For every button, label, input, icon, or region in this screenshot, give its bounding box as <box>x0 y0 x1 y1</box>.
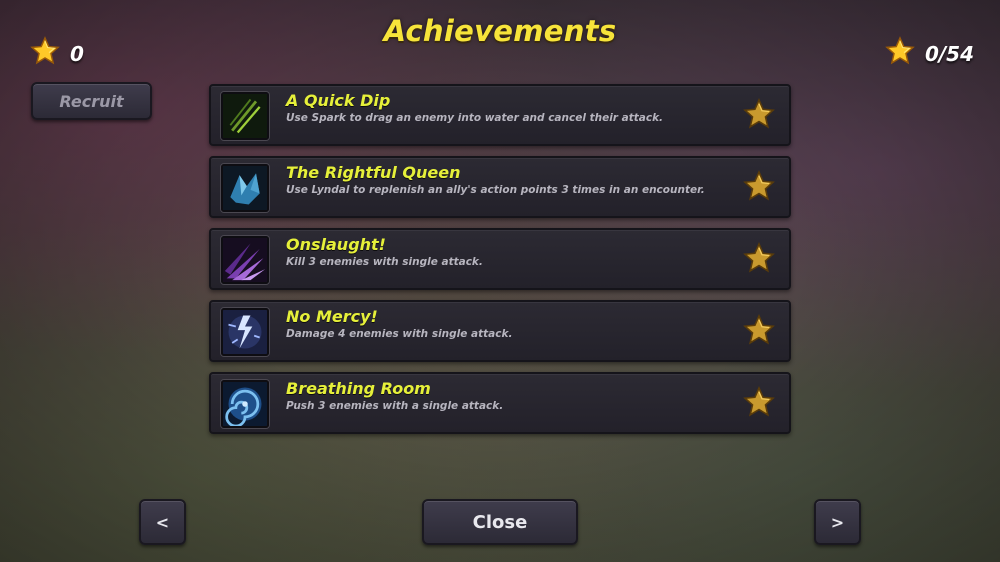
blue-crystal-icon <box>221 164 269 212</box>
achievement-title: A Quick Dip <box>286 91 391 110</box>
achievement-row[interactable]: A Quick Dip Use Spark to drag an enemy i… <box>209 84 791 146</box>
next-page-button[interactable]: > <box>814 499 861 545</box>
achievement-title: Onslaught! <box>286 235 386 254</box>
page-title: Achievements <box>383 14 617 48</box>
blue-vortex-icon <box>221 380 269 428</box>
achievement-row[interactable]: The Rightful Queen Use Lyndal to repleni… <box>209 156 791 218</box>
star-icon <box>743 314 775 345</box>
achievement-title: The Rightful Queen <box>286 163 461 182</box>
achievement-description: Use Lyndal to replenish an ally's action… <box>286 184 705 196</box>
achievement-row[interactable]: Breathing Room Push 3 enemies with a sin… <box>209 372 791 434</box>
achievement-title: No Mercy! <box>286 307 378 326</box>
star-icon <box>743 170 775 201</box>
close-button[interactable]: Close <box>422 499 578 545</box>
star-icon <box>885 36 915 71</box>
star-icon <box>743 386 775 417</box>
achievement-list: A Quick Dip Use Spark to drag an enemy i… <box>209 84 791 444</box>
star-icon <box>743 242 775 273</box>
achievements-progress-counter: 0/54 <box>885 36 974 71</box>
star-icon <box>30 36 60 71</box>
achievement-row[interactable]: No Mercy! Damage 4 enemies with single a… <box>209 300 791 362</box>
achievement-description: Use Spark to drag an enemy into water an… <box>286 112 664 124</box>
star-icon <box>743 98 775 129</box>
lightning-strike-icon <box>221 308 269 356</box>
achievement-row[interactable]: Onslaught! Kill 3 enemies with single at… <box>209 228 791 290</box>
stars-earned-value: 0 <box>70 41 84 66</box>
achievement-title: Breathing Room <box>286 379 431 398</box>
purple-spikes-icon <box>221 236 269 284</box>
recruit-button[interactable]: Recruit <box>31 82 152 120</box>
achievements-progress-value: 0/54 <box>924 41 974 66</box>
achievement-description: Push 3 enemies with a single attack. <box>286 400 504 412</box>
stars-earned-counter: 0 <box>30 36 84 71</box>
previous-page-button[interactable]: < <box>139 499 186 545</box>
achievement-description: Kill 3 enemies with single attack. <box>286 256 483 268</box>
green-slash-icon <box>221 92 269 140</box>
achievement-description: Damage 4 enemies with single attack. <box>286 328 513 340</box>
